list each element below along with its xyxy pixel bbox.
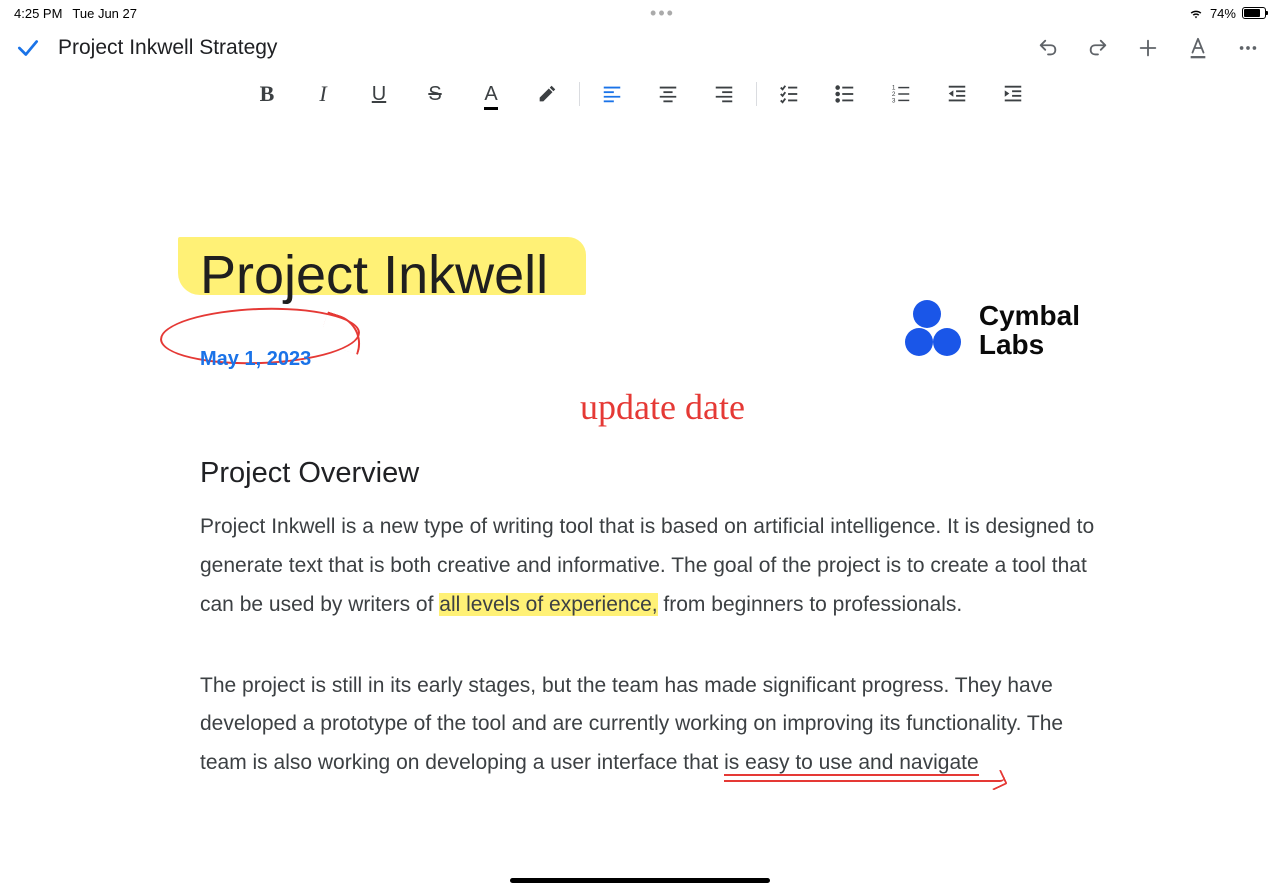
increase-indent-button[interactable] [985, 76, 1041, 112]
doc-h1[interactable]: Project Inkwell [200, 245, 548, 305]
paragraph-2[interactable]: The project is still in its early stages… [200, 667, 1100, 784]
annotation-update-date: update date [580, 386, 745, 428]
more-icon[interactable] [1236, 36, 1260, 60]
status-bar: 4:25 PM Tue Jun 27 ••• 74% [0, 0, 1280, 24]
status-time: 4:25 PM [14, 6, 62, 21]
document-page[interactable]: Project Inkwell May 1, 2023 update date … [0, 124, 1280, 783]
doc-date[interactable]: May 1, 2023 [200, 348, 311, 371]
text-color-button[interactable]: A [463, 76, 519, 112]
para2-annotation-underline: is easy to use and navigate [724, 751, 979, 776]
checklist-button[interactable] [761, 76, 817, 112]
bold-button[interactable]: B [239, 76, 295, 112]
battery-percent: 74% [1210, 6, 1236, 21]
add-icon[interactable] [1136, 36, 1160, 60]
doc-header: Project Inkwell Strategy [0, 24, 1280, 68]
status-date: Tue Jun 27 [72, 6, 137, 21]
align-left-button[interactable] [584, 76, 640, 112]
battery-icon [1242, 7, 1266, 19]
underline-button[interactable]: U [351, 76, 407, 112]
numbered-list-button[interactable]: 123 [873, 76, 929, 112]
para1-text-b: from beginners to professionals. [658, 593, 963, 616]
format-toolbar: B I U S A 123 [0, 68, 1280, 124]
undo-icon[interactable] [1036, 36, 1060, 60]
home-indicator[interactable] [510, 878, 770, 883]
para1-highlight: all levels of experience, [439, 593, 657, 616]
align-right-button[interactable] [696, 76, 752, 112]
wifi-icon [1188, 7, 1204, 19]
redo-icon[interactable] [1086, 36, 1110, 60]
strikethrough-button[interactable]: S [407, 76, 463, 112]
highlight-color-button[interactable] [519, 76, 575, 112]
align-center-button[interactable] [640, 76, 696, 112]
multitask-dots-icon[interactable]: ••• [650, 9, 675, 18]
italic-button[interactable]: I [295, 76, 351, 112]
text-format-icon[interactable] [1186, 36, 1210, 60]
done-check-icon[interactable] [14, 34, 42, 62]
svg-text:3: 3 [892, 97, 896, 104]
paragraph-1[interactable]: Project Inkwell is a new type of writing… [200, 508, 1100, 625]
decrease-indent-button[interactable] [929, 76, 985, 112]
section-heading[interactable]: Project Overview [200, 457, 1100, 490]
bulleted-list-button[interactable] [817, 76, 873, 112]
document-title[interactable]: Project Inkwell Strategy [58, 36, 1020, 60]
